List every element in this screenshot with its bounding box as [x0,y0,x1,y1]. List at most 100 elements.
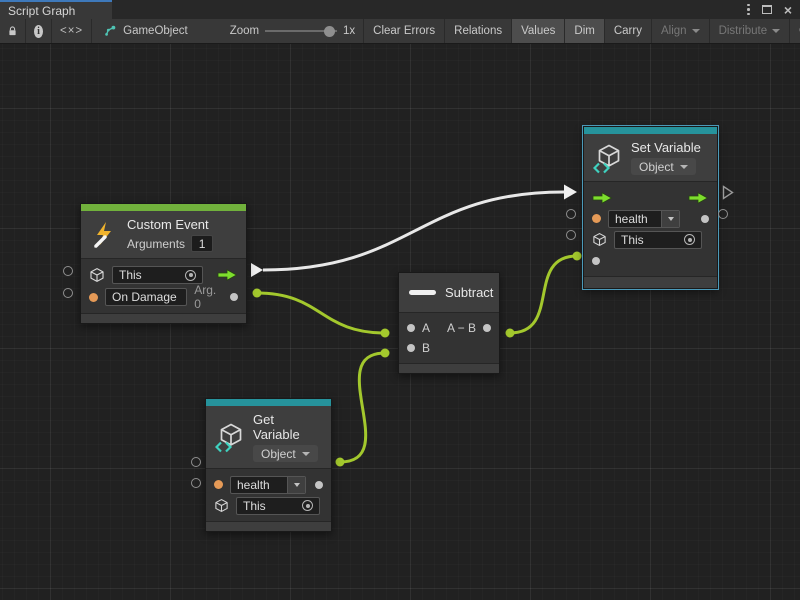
flow-continuation-indicator [722,185,734,200]
port-row-target: This [584,229,717,250]
align-button[interactable]: Align [652,19,710,43]
port-row-event-name: On Damage Arg. 0 [81,286,246,308]
subtract-icon [409,290,436,295]
set-variable-node[interactable]: Set Variable Object health [583,126,718,289]
wire-cap [506,329,515,338]
arguments-count-field[interactable]: 1 [191,235,213,252]
object-picker-icon[interactable] [185,270,196,281]
value-out-port[interactable] [315,481,323,489]
variable-scope-dropdown[interactable]: Object [253,445,318,462]
custom-event-unconnected-port[interactable] [63,288,73,298]
relations-button[interactable]: Relations [445,19,512,43]
variable-accent-strip [206,399,331,406]
object-picker-icon[interactable] [684,234,695,245]
values-button[interactable]: Values [512,19,565,43]
arg0-port-label: Arg. 0 [194,283,223,311]
graph-canvas[interactable]: Custom Event Arguments 1 This [0,44,800,600]
zoom-slider-handle[interactable] [324,26,335,37]
wire-cap [381,349,390,358]
output-label: A − B [447,321,476,335]
arguments-label: Arguments [127,237,185,251]
gameobject-cube-icon [214,498,229,513]
wire-flow-customevent-setvariable[interactable] [263,192,564,270]
target-object-field[interactable]: This [112,266,203,284]
set-variable-unconnected-port[interactable] [566,209,576,219]
port-row-flow [584,187,717,208]
port-row-target: This [206,495,331,516]
wire-cap [336,458,345,467]
wire-value-subtract-setvariable[interactable] [510,256,577,333]
value-in-port[interactable] [592,257,600,265]
wire-cap [573,252,582,261]
distribute-button[interactable]: Distribute [710,19,791,43]
zoom-slider[interactable] [265,30,337,32]
overview-button[interactable]: Overv [790,19,800,43]
value-out-port[interactable] [701,215,709,223]
node-title: Set Variable [631,140,701,155]
code-button[interactable]: <×> [52,19,92,43]
get-variable-unconnected-port[interactable] [191,457,201,467]
variable-icon [594,144,622,172]
flow-wire-start-cap [251,263,263,277]
chevron-down-icon [692,29,700,33]
subtract-node[interactable]: Subtract A A − B B [398,272,500,374]
flow-out-port[interactable] [217,269,238,281]
zoom-value: 1x [343,25,355,37]
code-icon: <×> [60,25,83,37]
carry-button[interactable]: Carry [605,19,652,43]
get-variable-unconnected-port[interactable] [191,478,201,488]
input-b-port[interactable] [407,344,415,352]
port-row-variable-name: health [206,474,331,495]
title-bar: Script Graph × [0,0,800,19]
target-object-field[interactable]: This [236,497,320,515]
node-title: Subtract [445,285,493,300]
tab-script-graph[interactable]: Script Graph [0,0,112,19]
set-variable-output-indicator[interactable] [718,209,728,219]
input-a-port[interactable] [407,324,415,332]
custom-event-unconnected-port[interactable] [63,266,73,276]
variable-name-port[interactable] [592,214,601,223]
variable-name-port[interactable] [214,480,223,489]
wire-cap [253,289,262,298]
object-picker-icon[interactable] [302,500,313,511]
wire-value-getvariable-subtractB[interactable] [340,353,385,462]
get-variable-node[interactable]: Get Variable Object health Th [205,398,332,532]
result-port[interactable] [483,324,491,332]
dim-button[interactable]: Dim [565,19,604,43]
graph-toolbar: i <×> GameObject Zoom 1x Clear Errors Re… [0,19,800,44]
gameobject-cube-icon [592,232,607,247]
window-menu-icon[interactable] [747,4,750,16]
event-name-port[interactable] [89,293,98,302]
variable-scope-dropdown[interactable]: Object [631,158,696,175]
dropdown-arrow-icon [287,477,305,493]
input-a-label: A [422,321,430,335]
set-variable-unconnected-port[interactable] [566,230,576,240]
flow-out-port[interactable] [688,192,709,204]
port-row-value-in [584,250,717,271]
gameobject-cube-icon [89,267,105,283]
maximize-icon[interactable] [762,5,772,14]
info-button[interactable]: i [26,19,52,43]
target-object-field[interactable]: This [614,231,702,249]
variable-accent-strip [584,127,717,134]
tab-title: Script Graph [8,4,75,18]
lock-button[interactable] [0,19,26,43]
port-row-b: B [399,338,499,358]
close-icon[interactable]: × [784,5,792,15]
wire-cap [381,329,390,338]
port-row-a: A A − B [399,318,499,338]
custom-event-node[interactable]: Custom Event Arguments 1 This [80,203,247,324]
info-icon: i [34,25,43,38]
flow-in-port[interactable] [592,192,613,204]
chevron-down-icon [772,29,780,33]
context-zoom-group: GameObject Zoom 1x [92,19,364,43]
gameobject-label[interactable]: GameObject [123,25,188,37]
variable-name-dropdown[interactable]: health [608,210,680,228]
wire-value-arg0-subtractA[interactable] [257,293,385,333]
variable-name-dropdown[interactable]: health [230,476,306,494]
clear-errors-button[interactable]: Clear Errors [364,19,445,43]
arg0-output-port[interactable] [230,293,238,301]
event-name-field[interactable]: On Damage [105,288,187,306]
node-title: Custom Event [127,217,213,232]
custom-event-icon [91,221,118,248]
